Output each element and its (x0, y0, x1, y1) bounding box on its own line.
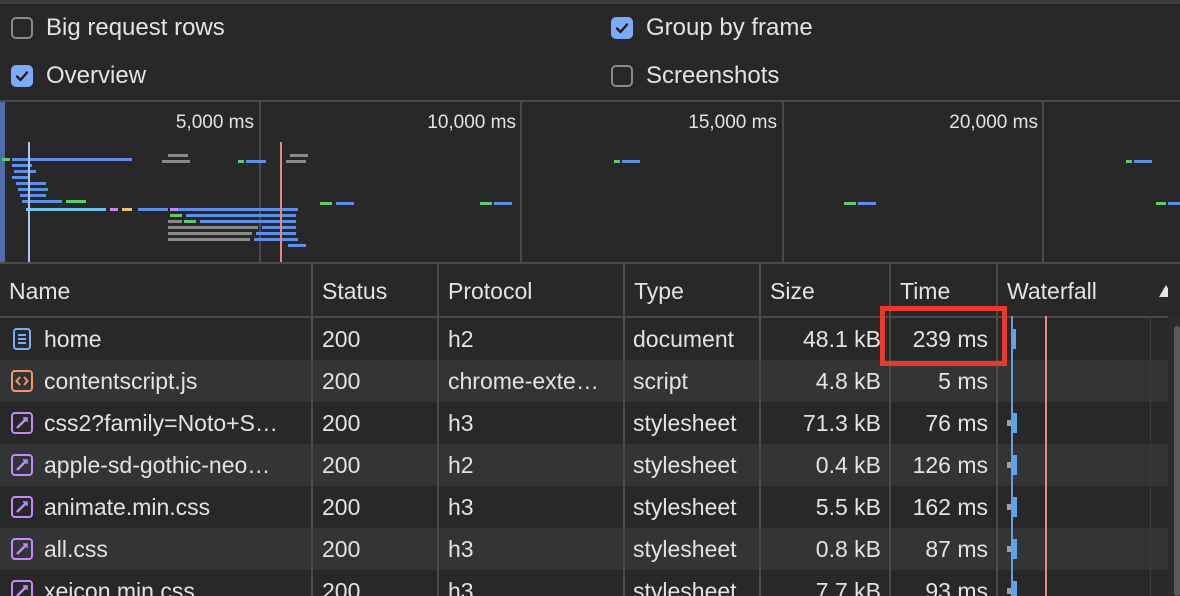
column-divider[interactable] (759, 264, 761, 596)
table-row[interactable]: xeicon.min.css 200 h3 stylesheet 7.7 kB … (0, 570, 1168, 596)
column-header-waterfall[interactable]: Waterfall (998, 264, 1148, 316)
stylesheet-icon (11, 454, 33, 476)
request-status: 200 (322, 452, 361, 478)
request-type: script (633, 368, 688, 394)
request-size: 48.1 kB (803, 326, 881, 352)
stylesheet-icon (11, 412, 33, 434)
request-time: 126 ms (912, 452, 988, 478)
request-protocol: h3 (448, 578, 474, 596)
request-type: stylesheet (633, 578, 737, 596)
request-name[interactable]: css2?family=Noto+S… (44, 402, 308, 444)
sort-ascending-icon[interactable] (1158, 284, 1168, 298)
overview-option[interactable]: Overview (11, 60, 146, 92)
waterfall-bar (1013, 413, 1017, 433)
request-status: 200 (322, 494, 361, 520)
overview-request-bars (2, 142, 1180, 262)
request-protocol: h3 (448, 494, 474, 520)
load-event-line (1045, 316, 1047, 596)
group-by-frame-label: Group by frame (646, 14, 813, 41)
request-time: 93 ms (925, 578, 988, 596)
request-status: 200 (322, 326, 361, 352)
request-type: stylesheet (633, 452, 737, 478)
table-row[interactable]: contentscript.js 200 chrome-exte… script… (0, 360, 1168, 402)
waterfall-bar (1013, 455, 1017, 475)
request-time: 76 ms (925, 410, 988, 436)
script-icon (11, 370, 33, 392)
group-by-frame-checkbox[interactable] (611, 17, 633, 39)
request-name[interactable]: animate.min.css (44, 486, 308, 528)
request-time: 87 ms (925, 536, 988, 562)
big-request-rows-label: Big request rows (46, 14, 225, 41)
checkmark-icon (15, 71, 29, 82)
request-name[interactable]: home (44, 318, 308, 360)
overview-timeline[interactable]: 5,000 ms 10,000 ms 15,000 ms 20,000 ms (0, 102, 1180, 262)
request-protocol: chrome-exte… (448, 368, 599, 394)
column-header-type[interactable]: Type (625, 264, 760, 316)
stylesheet-icon (11, 496, 33, 518)
request-name[interactable]: all.css (44, 528, 308, 570)
screenshots-option[interactable]: Screenshots (611, 60, 779, 92)
column-divider[interactable] (623, 264, 625, 596)
waterfall-bar (1013, 497, 1017, 517)
request-type: stylesheet (633, 536, 737, 562)
time-cell-highlight-box (880, 306, 1007, 366)
document-icon (13, 328, 31, 350)
request-name[interactable]: contentscript.js (44, 360, 308, 402)
table-row[interactable]: apple-sd-gothic-neo… 200 h2 stylesheet 0… (0, 444, 1168, 486)
request-status: 200 (322, 410, 361, 436)
table-row[interactable]: all.css 200 h3 stylesheet 0.8 kB 87 ms (0, 528, 1168, 570)
request-time: 162 ms (912, 494, 988, 520)
checkmark-icon (615, 23, 629, 34)
request-size: 0.4 kB (815, 452, 881, 478)
stylesheet-icon (11, 580, 33, 596)
dom-content-loaded-line (1011, 316, 1013, 596)
group-by-frame-option[interactable]: Group by frame (611, 12, 813, 44)
request-type: document (633, 326, 735, 352)
request-size: 5.5 kB (815, 494, 881, 520)
request-size: 7.7 kB (815, 578, 881, 596)
column-divider[interactable] (437, 264, 439, 596)
column-header-protocol[interactable]: Protocol (439, 264, 624, 316)
request-name[interactable]: apple-sd-gothic-neo… (44, 444, 308, 486)
big-request-rows-checkbox[interactable] (11, 17, 33, 39)
request-status: 200 (322, 578, 361, 596)
request-type: stylesheet (633, 410, 737, 436)
screenshots-label: Screenshots (646, 62, 780, 89)
request-size: 0.8 kB (815, 536, 881, 562)
waterfall-bar (1013, 539, 1017, 559)
request-protocol: h2 (448, 452, 474, 478)
request-name[interactable]: xeicon.min.css (44, 570, 308, 596)
network-settings-pane: Big request rows Group by frame Overview… (0, 4, 1180, 100)
screenshots-checkbox[interactable] (611, 65, 633, 87)
request-time: 5 ms (938, 368, 988, 394)
request-size: 4.8 kB (815, 368, 881, 394)
waterfall-gridline (1150, 316, 1151, 596)
column-header-status[interactable]: Status (313, 264, 438, 316)
overview-checkbox[interactable] (11, 65, 33, 87)
table-row[interactable]: animate.min.css 200 h3 stylesheet 5.5 kB… (0, 486, 1168, 528)
request-type: stylesheet (633, 494, 737, 520)
stylesheet-icon (11, 538, 33, 560)
column-divider[interactable] (311, 264, 313, 596)
waterfall-bar (1013, 581, 1017, 596)
column-header-name[interactable]: Name (0, 264, 312, 316)
table-scrollbar-thumb[interactable] (1174, 326, 1180, 596)
column-header-size[interactable]: Size (761, 264, 890, 316)
request-protocol: h3 (448, 536, 474, 562)
table-row[interactable]: css2?family=Noto+S… 200 h3 stylesheet 71… (0, 402, 1168, 444)
request-protocol: h2 (448, 326, 474, 352)
request-status: 200 (322, 536, 361, 562)
big-request-rows-option[interactable]: Big request rows (11, 12, 225, 44)
request-protocol: h3 (448, 410, 474, 436)
request-status: 200 (322, 368, 361, 394)
overview-label: Overview (46, 62, 147, 89)
request-size: 71.3 kB (803, 410, 881, 436)
